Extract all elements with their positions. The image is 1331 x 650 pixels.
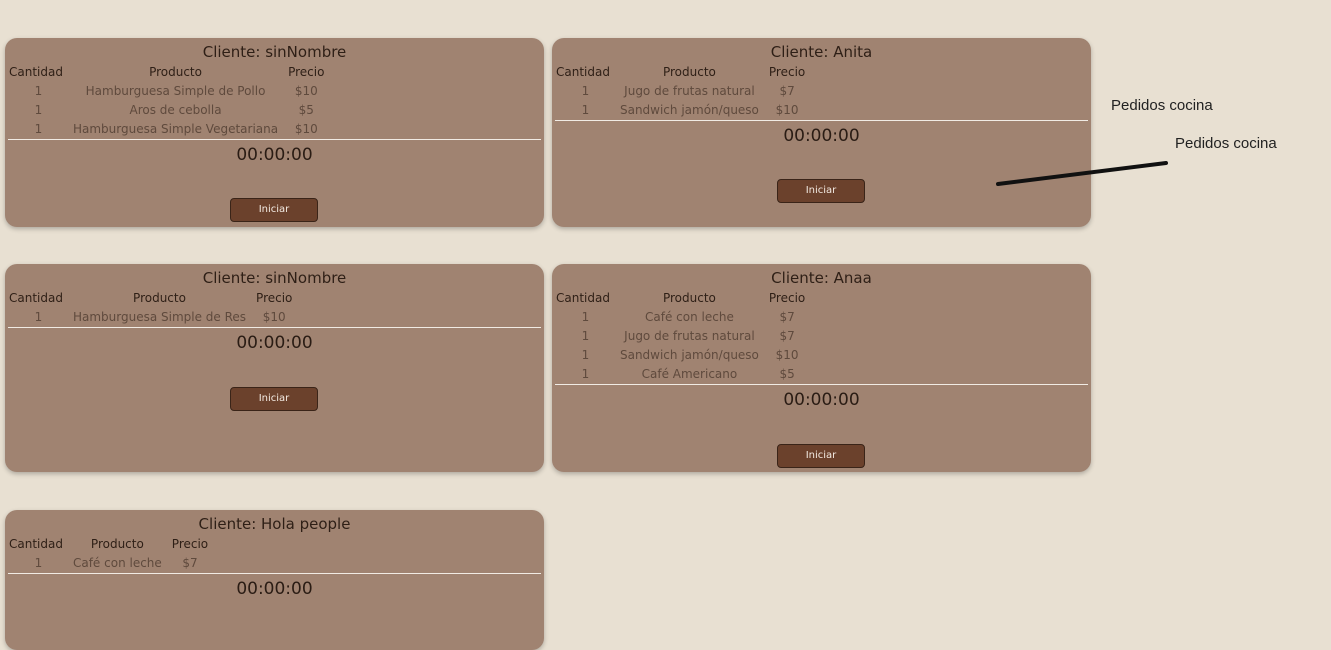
item-qty: 1 — [581, 309, 590, 324]
item-qty: 1 — [581, 366, 590, 381]
item-product: Hamburguesa Simple Vegetariana — [72, 121, 279, 136]
price-header: Precio — [171, 536, 209, 551]
table-row: 1 Hamburguesa Simple de Pollo $10 — [9, 81, 329, 100]
start-button[interactable]: Iniciar — [777, 444, 865, 468]
item-price: $10 — [775, 347, 799, 362]
order-timer: 00:00:00 — [236, 333, 313, 353]
item-product: Sandwich jamón/queso — [619, 102, 759, 117]
price-header: Precio — [768, 64, 806, 79]
product-header: Producto — [90, 536, 144, 551]
table-row: 1 Hamburguesa Simple de Res $10 — [9, 307, 297, 326]
item-qty: 1 — [34, 555, 43, 570]
item-price: $5 — [779, 366, 795, 381]
connector-line — [996, 161, 1168, 186]
table-header: Cantidad Producto Precio — [9, 62, 329, 81]
price-header: Precio — [768, 290, 806, 305]
table-row: 1 Hamburguesa Simple Vegetariana $10 — [9, 119, 329, 138]
start-button[interactable]: Iniciar — [230, 198, 318, 222]
table-header: Cantidad Producto Precio — [9, 288, 297, 307]
table-header: Cantidad Producto Precio — [556, 288, 810, 307]
item-product: Aros de cebolla — [129, 102, 222, 117]
item-qty: 1 — [34, 121, 43, 136]
item-price: $7 — [779, 83, 795, 98]
client-title: Cliente: sinNombre — [202, 43, 347, 61]
item-product: Hamburguesa Simple de Pollo — [85, 83, 266, 98]
price-header: Precio — [288, 64, 325, 79]
order-timer: 00:00:00 — [236, 145, 313, 165]
table-row: 1 Aros de cebolla $5 — [9, 100, 329, 119]
item-price: $10 — [262, 309, 286, 324]
item-qty: 1 — [34, 309, 43, 324]
item-price: $7 — [779, 328, 795, 343]
quantity-header: Cantidad — [9, 290, 63, 305]
product-header: Producto — [149, 64, 202, 79]
table-row: 1 Jugo de frutas natural $7 — [556, 81, 810, 100]
item-product: Sandwich jamón/queso — [619, 347, 759, 362]
start-button[interactable]: Iniciar — [777, 179, 865, 203]
table-row: 1 Café con leche $7 — [9, 553, 213, 572]
item-qty: 1 — [581, 328, 590, 343]
client-title: Cliente: sinNombre — [202, 269, 347, 287]
item-price: $10 — [775, 102, 799, 117]
order-card: Cliente: sinNombre Cantidad Producto Pre… — [5, 264, 544, 472]
client-title: Cliente: Hola people — [198, 515, 351, 533]
order-table: Cantidad Producto Precio 1 Café con lech… — [556, 288, 810, 383]
order-card: Cliente: Hola people Cantidad Producto P… — [5, 510, 544, 650]
item-product: Café Americano — [641, 366, 738, 381]
item-price: $7 — [182, 555, 198, 570]
item-qty: 1 — [34, 83, 43, 98]
kitchen-orders-label: Pedidos cocina — [1111, 97, 1213, 114]
table-row: 1 Sandwich jamón/queso $10 — [556, 345, 810, 364]
item-qty: 1 — [34, 102, 43, 117]
table-header: Cantidad Producto Precio — [9, 534, 213, 553]
order-table: Cantidad Producto Precio 1 Jugo de fruta… — [556, 62, 810, 119]
item-qty: 1 — [581, 83, 590, 98]
order-card: Cliente: sinNombre Cantidad Producto Pre… — [5, 38, 544, 227]
item-price: $7 — [779, 309, 795, 324]
start-button[interactable]: Iniciar — [230, 387, 318, 411]
item-product: Jugo de frutas natural — [624, 83, 755, 98]
connector-stroke — [996, 161, 1168, 186]
divider — [555, 120, 1088, 121]
order-card: Cliente: Anaa Cantidad Producto Precio 1… — [552, 264, 1091, 472]
table-row: 1 Jugo de frutas natural $7 — [556, 326, 810, 345]
item-qty: 1 — [581, 347, 590, 362]
quantity-header: Cantidad — [9, 64, 63, 79]
order-timer: 00:00:00 — [236, 579, 313, 599]
product-header: Producto — [662, 64, 716, 79]
client-title: Cliente: Anaa — [771, 269, 872, 287]
item-product: Café con leche — [72, 555, 162, 570]
quantity-header: Cantidad — [556, 290, 610, 305]
order-table: Cantidad Producto Precio 1 Café con lech… — [9, 534, 213, 572]
item-product: Jugo de frutas natural — [624, 328, 755, 343]
kitchen-orders-label-clipped: Pedidos cocina — [1175, 136, 1277, 149]
divider — [8, 573, 541, 574]
divider — [8, 327, 541, 328]
table-row: 1 Café Americano $5 — [556, 364, 810, 383]
quantity-header: Cantidad — [9, 536, 63, 551]
item-product: Café con leche — [645, 309, 734, 324]
price-header: Precio — [256, 290, 293, 305]
item-product: Hamburguesa Simple de Res — [72, 309, 247, 324]
product-header: Producto — [133, 290, 186, 305]
order-timer: 00:00:00 — [783, 390, 860, 410]
item-qty: 1 — [581, 102, 590, 117]
client-title: Cliente: Anita — [770, 43, 873, 61]
table-row: 1 Café con leche $7 — [556, 307, 810, 326]
table-header: Cantidad Producto Precio — [556, 62, 810, 81]
item-price: $10 — [294, 121, 318, 136]
order-card: Cliente: Anita Cantidad Producto Precio … — [552, 38, 1091, 227]
product-header: Producto — [662, 290, 716, 305]
divider — [8, 139, 541, 140]
item-price: $10 — [294, 83, 318, 98]
item-price: $5 — [298, 102, 314, 117]
table-row: 1 Sandwich jamón/queso $10 — [556, 100, 810, 119]
divider — [555, 384, 1088, 385]
order-table: Cantidad Producto Precio 1 Hamburguesa S… — [9, 62, 329, 138]
order-table: Cantidad Producto Precio 1 Hamburguesa S… — [9, 288, 297, 326]
quantity-header: Cantidad — [556, 64, 610, 79]
order-timer: 00:00:00 — [783, 126, 860, 146]
